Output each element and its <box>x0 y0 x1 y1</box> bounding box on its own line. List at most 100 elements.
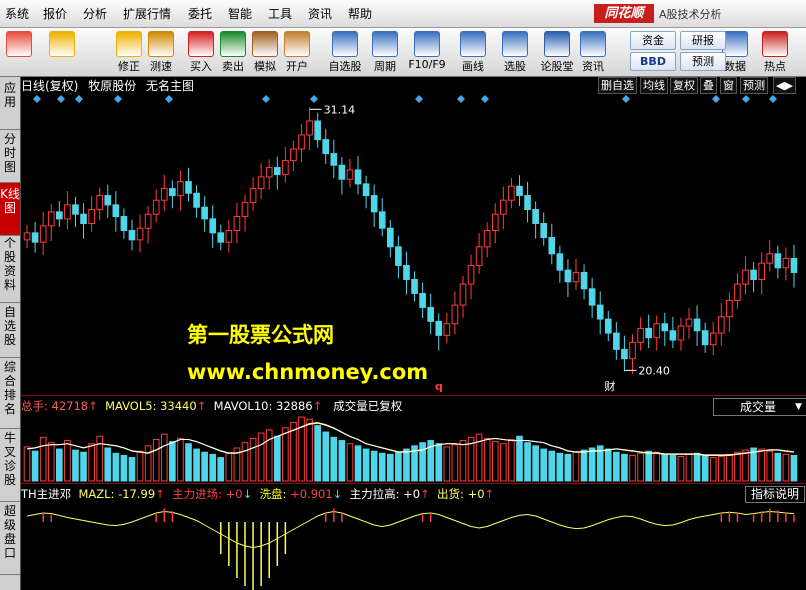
volume-bar <box>72 449 79 482</box>
sidetab-timeshare[interactable]: 分时图 <box>0 130 20 183</box>
shakeout-label: 洗盘: <box>259 487 287 501</box>
toolbar-button-1[interactable] <box>47 31 77 58</box>
volume-bar <box>483 437 491 482</box>
candle-body <box>475 246 483 266</box>
window-button[interactable]: 窗 <box>720 77 737 94</box>
volume-bar <box>330 436 338 482</box>
mavol5-label: MAVOL5: <box>105 399 157 413</box>
event-marker-q: q <box>435 380 443 393</box>
candle-body <box>169 188 176 197</box>
sidetab-stock-info[interactable]: 个股资料 <box>0 234 20 303</box>
candle-body <box>588 288 596 306</box>
mavol10-label: MAVOL10: <box>213 399 273 413</box>
menu-help[interactable]: 帮助 <box>348 5 372 22</box>
toolbar-button-11[interactable]: 画线 <box>458 31 488 74</box>
candle-body <box>185 181 192 194</box>
volume-bar <box>782 453 790 482</box>
volume-total-label: 总手: <box>21 399 48 413</box>
candle-body <box>362 183 370 197</box>
toolbar-button-3[interactable]: 测速 <box>146 31 176 74</box>
candle-body <box>144 213 152 229</box>
info-diamond-icon <box>75 95 83 103</box>
volume-bar <box>104 447 112 482</box>
menu-analysis[interactable]: 分析 <box>83 5 107 22</box>
menu-extended-quote[interactable]: 扩展行情 <box>123 5 171 22</box>
candle-body <box>282 160 289 176</box>
volume-bar <box>88 443 95 482</box>
candle-body <box>451 304 459 325</box>
remove-watchlist-button[interactable]: 删自选 <box>598 77 637 94</box>
sidetab-super-book[interactable]: 超级盘口 <box>0 502 20 575</box>
volume-bar <box>572 451 580 482</box>
up-arrow-icon: ↑ <box>155 487 165 501</box>
volume-bar <box>217 457 225 482</box>
forecast-button[interactable]: 预测 <box>680 52 726 71</box>
kline-period[interactable]: 日线(复权) <box>21 79 78 93</box>
low-price-label: 20.40 <box>638 364 670 377</box>
toolbar-button-8[interactable]: 自选股 <box>329 31 362 74</box>
volume-bar <box>306 418 313 482</box>
candle-body <box>435 320 443 336</box>
toolbar-button-7[interactable]: 开户 <box>282 31 312 74</box>
candle-body <box>758 262 765 280</box>
indicator-legend: TH主进邓 MAZL: -17.99↑ 主力进场: +0↓ 洗盘: +0.901… <box>21 486 494 502</box>
toolbar-button-13[interactable]: 论股堂 <box>541 31 574 74</box>
sell-icon <box>220 31 246 57</box>
candle-body <box>726 299 733 318</box>
sidetab-apps[interactable]: 应用 <box>0 77 20 130</box>
overlay-button[interactable]: 叠 <box>700 77 717 94</box>
bbd-button[interactable]: BBD <box>630 52 676 71</box>
sidetab-kline[interactable]: K线图 <box>0 183 20 236</box>
info-diamond-icon <box>712 95 720 103</box>
sidetab-watchlist[interactable]: 自选股 <box>0 303 20 358</box>
menu-trade[interactable]: 委托 <box>188 5 212 22</box>
indicator-name[interactable]: TH主进邓 <box>21 487 71 501</box>
mavol10-line <box>26 422 795 456</box>
candle-body <box>693 318 701 332</box>
candle-body <box>152 199 160 215</box>
capital-button[interactable]: 资金 <box>630 31 676 50</box>
toolbar-button-16[interactable]: 热点 <box>760 31 790 74</box>
volume-bar <box>354 445 362 482</box>
menu-news[interactable]: 资讯 <box>308 5 332 22</box>
kline-chart[interactable]: 31.14 20.40 q 财 <box>21 77 806 590</box>
candle-body <box>411 278 418 294</box>
candle-body <box>564 269 572 283</box>
candle-body <box>72 204 79 215</box>
toolbar-button-12[interactable]: 选股 <box>500 31 530 74</box>
ma-button[interactable]: 均线 <box>640 77 668 94</box>
candle-body <box>56 211 63 220</box>
candle-body <box>419 292 426 308</box>
toolbar-button-0[interactable] <box>4 31 34 58</box>
toolbar-button-14[interactable]: 资讯 <box>578 31 608 74</box>
adjust-button[interactable]: 复权 <box>670 77 698 94</box>
sidetab-ranking[interactable]: 综合排名 <box>0 358 20 429</box>
volume-bar <box>160 433 168 482</box>
menu-system[interactable]: 系统 <box>5 5 29 22</box>
candle-body <box>233 216 241 232</box>
candle-body <box>734 283 741 301</box>
toolbar: 修正 测速 买入 卖出 模拟 开户 自选股 周期 F10/F9 画线 选股 论股堂 资讯 数据 热点 资金 … <box>0 28 806 77</box>
collapse-arrow-icon[interactable]: ◀▶ <box>773 77 796 94</box>
menu-quote[interactable]: 报价 <box>43 5 67 22</box>
candle-body <box>88 209 95 225</box>
volume-bar <box>39 436 47 482</box>
indicator-description-button[interactable]: 指标说明 <box>745 486 805 503</box>
menu-smart[interactable]: 智能 <box>228 5 252 22</box>
toolbar-button-9[interactable]: 周期 <box>370 31 400 74</box>
volume-bar <box>645 450 652 482</box>
menu-bar: 系统 报价 分析 扩展行情 委托 智能 工具 资讯 帮助 同花顺 A股技术分析 <box>0 0 806 28</box>
volume-bar <box>516 435 523 482</box>
info-diamond-icon <box>481 95 489 103</box>
toolbar-button-10[interactable]: F10/F9 <box>408 31 446 71</box>
candle-body <box>290 148 297 162</box>
volume-bar <box>193 448 200 482</box>
menu-tools[interactable]: 工具 <box>268 5 292 22</box>
kline-header: 日线(复权) 牧原股份 无名主图 <box>21 77 200 93</box>
candle-body <box>596 304 604 320</box>
forecast-toggle-button[interactable]: 预测 <box>740 77 768 94</box>
research-button[interactable]: 研报 <box>680 31 726 50</box>
sidetab-diagnosis[interactable]: 牛叉诊股 <box>0 429 20 502</box>
volume-bar <box>169 441 176 482</box>
volume-indicator-select[interactable]: 成交量 ▼ <box>713 398 806 416</box>
